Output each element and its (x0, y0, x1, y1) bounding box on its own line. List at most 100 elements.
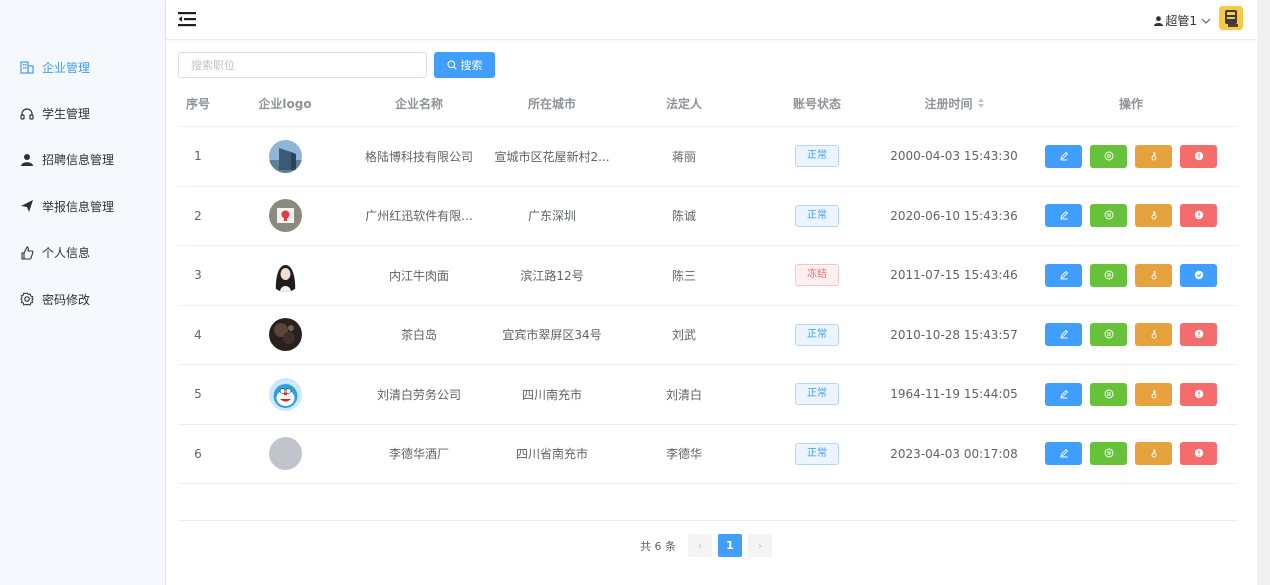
cell-register-time: 2010-10-28 15:43:57 (890, 327, 1018, 342)
warning-circle-icon (1194, 149, 1204, 164)
page-scrollbar[interactable] (1257, 0, 1270, 585)
freeze-button[interactable] (1180, 442, 1217, 466)
cell-legal-person: 李德华 (665, 447, 702, 462)
company-logo[interactable] (268, 139, 302, 173)
column-header-time[interactable]: 注册时间 (884, 95, 1024, 112)
edit-button[interactable] (1045, 442, 1082, 466)
sidebar-item-0[interactable]: 企业管理 (0, 44, 166, 90)
edit-button[interactable] (1045, 263, 1082, 287)
cell-status: 正常 (750, 383, 884, 406)
list-icon (1104, 446, 1114, 461)
cell-company-name: 广州红迅软件有限... (365, 209, 473, 224)
cell-company-name: 茶白岛 (400, 328, 437, 343)
cell-actions (1024, 323, 1238, 347)
detail-button[interactable] (1090, 323, 1127, 347)
pagination: 共 6 条 ‹ 1 › (640, 534, 772, 557)
status-badge: 冻结 (795, 264, 839, 287)
company-logo[interactable] (268, 199, 302, 233)
cell-register-time: 2023-04-03 00:17:08 (890, 446, 1018, 461)
reset-password-button[interactable] (1135, 323, 1172, 347)
sidebar-item-5[interactable]: 密码修改 (0, 276, 166, 322)
cell-index: 2 (194, 208, 202, 223)
sidebar-item-3[interactable]: 举报信息管理 (0, 183, 166, 229)
cell-legal-person: 陈诚 (671, 209, 696, 224)
column-header-legal: 法定人 (665, 96, 702, 111)
prev-page-button[interactable]: ‹ (688, 534, 712, 557)
company-logo[interactable] (268, 318, 302, 352)
building-icon (20, 60, 34, 74)
user-name: 超管1 (1165, 14, 1197, 28)
unfreeze-button[interactable] (1180, 263, 1217, 287)
search-input[interactable] (178, 52, 427, 78)
settings-icon (20, 292, 34, 306)
avatar[interactable] (1219, 6, 1243, 30)
cell-index: 5 (194, 387, 202, 402)
page-number-button[interactable]: 1 (718, 534, 742, 557)
key-icon (1149, 446, 1159, 461)
company-logo[interactable] (268, 437, 302, 471)
freeze-button[interactable] (1180, 323, 1217, 347)
cell-city: 广东深圳 (527, 209, 576, 224)
column-header-status: 账号状态 (792, 96, 841, 111)
next-page-button[interactable]: › (748, 534, 772, 557)
sidebar: 企业管理学生管理招聘信息管理 举报信息管理个人信息密码修改 (0, 0, 166, 585)
edit-icon (1059, 327, 1069, 342)
sidebar-item-4[interactable]: 个人信息 (0, 230, 166, 276)
menu-toggle-icon[interactable] (178, 11, 196, 27)
list-icon (1104, 327, 1114, 342)
cell-actions (1024, 144, 1238, 168)
sidebar-item-label: 密码修改 (42, 292, 91, 307)
reset-password-button[interactable] (1135, 204, 1172, 228)
send-icon (20, 199, 34, 213)
cell-status: 正常 (750, 323, 884, 346)
cell-logo (218, 318, 352, 352)
detail-button[interactable] (1090, 204, 1127, 228)
edit-button[interactable] (1045, 144, 1082, 168)
sidebar-item-1[interactable]: 学生管理 (0, 90, 166, 136)
cell-city: 滨江路12号 (520, 268, 584, 283)
status-badge: 正常 (795, 383, 839, 406)
freeze-button[interactable] (1180, 144, 1217, 168)
check-circle-icon (1194, 268, 1204, 283)
edit-button[interactable] (1045, 323, 1082, 347)
cell-city: 四川南充市 (521, 387, 582, 402)
company-logo[interactable] (268, 258, 302, 292)
user-dropdown[interactable]: 超管1 (1154, 12, 1211, 29)
cell-index: 1 (194, 149, 202, 164)
freeze-button[interactable] (1180, 382, 1217, 406)
list-icon (1104, 387, 1114, 402)
edit-button[interactable] (1045, 204, 1082, 228)
reset-password-button[interactable] (1135, 442, 1172, 466)
cell-company-name: 内江牛肉面 (388, 268, 449, 283)
search-button[interactable]: 搜索 (434, 52, 495, 78)
sidebar-item-label: 个人信息 (42, 246, 91, 261)
detail-button[interactable] (1090, 382, 1127, 406)
warning-circle-icon (1194, 387, 1204, 402)
reset-password-button[interactable] (1135, 382, 1172, 406)
cell-register-time: 2011-07-15 15:43:46 (890, 268, 1018, 283)
table-row: 4 茶白岛 宜宾市翠屏区34号 刘武 正常 2010-10-28 15:43:57 (178, 306, 1238, 365)
detail-button[interactable] (1090, 442, 1127, 466)
table-row: 6 李德华酒厂 四川省南充市 李德华 正常 2023-04-03 00:17:08 (178, 425, 1238, 484)
search-icon (446, 60, 457, 70)
chevron-down-icon (1201, 18, 1211, 24)
cell-actions (1024, 442, 1238, 466)
reset-password-button[interactable] (1135, 263, 1172, 287)
sidebar-item-label: 企业管理 (42, 60, 91, 75)
cell-status: 正常 (750, 204, 884, 227)
cell-actions (1024, 263, 1238, 287)
edit-icon (1059, 268, 1069, 283)
detail-button[interactable] (1090, 144, 1127, 168)
user-icon (1154, 15, 1164, 26)
edit-button[interactable] (1045, 382, 1082, 406)
freeze-button[interactable] (1180, 204, 1217, 228)
sidebar-item-label: 学生管理 (42, 107, 91, 122)
cell-company-name: 李德华酒厂 (388, 447, 449, 462)
company-table: 序号 企业logo 企业名称 所在城市 法定人 账号状态 注册时间 操作 1 格陆… (178, 80, 1238, 484)
sidebar-item-2[interactable]: 招聘信息管理 (0, 137, 166, 183)
sort-icon[interactable] (977, 98, 984, 108)
company-logo[interactable] (268, 377, 302, 411)
detail-button[interactable] (1090, 263, 1127, 287)
reset-password-button[interactable] (1135, 144, 1172, 168)
list-icon (1104, 268, 1114, 283)
